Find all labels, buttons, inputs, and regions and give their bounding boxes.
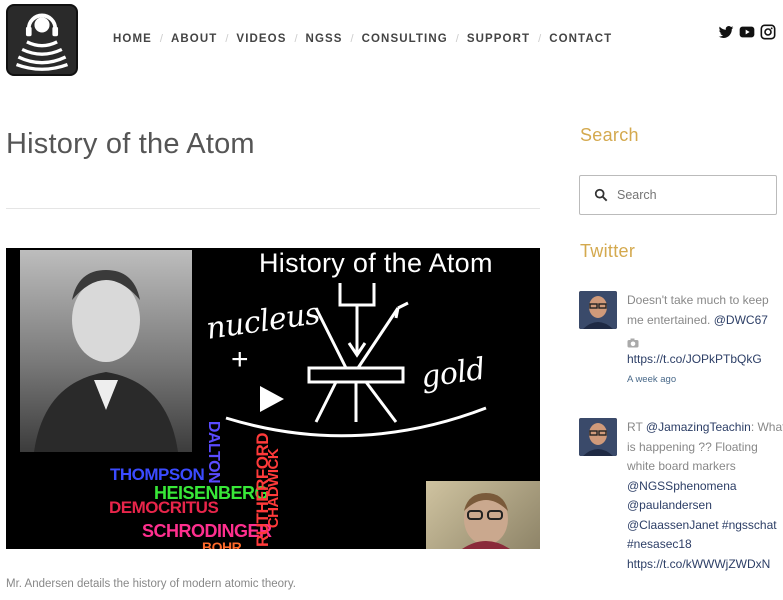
tweet-text: RT @JamazingTeachin: What is happening ?… [627, 418, 783, 574]
nav-separator: / [455, 33, 459, 45]
video-word-chadwick: CHADWICK [265, 448, 283, 529]
nav-contact[interactable]: CONTACT [549, 33, 612, 45]
nav-consulting[interactable]: CONSULTING [362, 33, 448, 45]
nav-about[interactable]: ABOUT [171, 33, 217, 45]
nav-separator: / [294, 33, 298, 45]
page-title: History of the Atom [6, 128, 255, 160]
tweet-mention[interactable]: @JamazingTeachin [646, 420, 751, 434]
divider [6, 208, 540, 209]
search-heading: Search [580, 125, 639, 145]
tweet-link[interactable]: https://t.co/kWWWjZWDxN [627, 557, 770, 571]
tweet-prefix: RT [627, 420, 643, 434]
video-word-bohr: BOHR [202, 539, 242, 549]
nav-videos[interactable]: VIDEOS [236, 33, 286, 45]
nav-support[interactable]: SUPPORT [467, 33, 530, 45]
site-logo[interactable] [6, 4, 78, 76]
instagram-icon[interactable] [760, 24, 776, 40]
video-word-democritus: DEMOCRITUS [109, 498, 219, 517]
nav-separator: / [225, 33, 229, 45]
tweet-mention[interactable]: @DWC67 [714, 313, 768, 327]
headphones-logo-icon [15, 13, 69, 71]
tweet-mentions[interactable]: @NGSSphenomena @paulandersen @ClaassenJa… [627, 479, 777, 552]
video-player[interactable]: History of the Atom nucleus + gold THOMP… [6, 248, 540, 549]
nav-separator: / [350, 33, 354, 45]
nav-separator: / [538, 33, 542, 45]
twitter-heading: Twitter [580, 241, 636, 261]
play-icon[interactable] [258, 384, 286, 414]
twitter-icon[interactable] [718, 24, 734, 40]
search-input[interactable] [617, 188, 767, 202]
tweet-timestamp[interactable]: A week ago [627, 374, 676, 385]
avatar[interactable] [579, 418, 617, 456]
tweet-text: Doesn't take much to keep me entertained… [627, 291, 783, 390]
nav-home[interactable]: HOME [113, 33, 152, 45]
tweet-link[interactable]: https://t.co/JOPkPTbQkG [627, 352, 762, 366]
search-box [579, 175, 777, 215]
main-nav: HOME / ABOUT / VIDEOS / NGSS / CONSULTIN… [113, 33, 612, 45]
webcam-inset [426, 481, 540, 549]
nav-ngss[interactable]: NGSS [306, 33, 343, 45]
social-links [718, 24, 776, 40]
video-word-plus: + [231, 343, 249, 376]
avatar[interactable] [579, 291, 617, 329]
video-word-thompson: THOMPSON [110, 465, 205, 484]
search-icon [594, 188, 608, 202]
video-word-dalton: DALTON [205, 420, 223, 484]
video-caption: Mr. Andersen details the history of mode… [6, 578, 296, 590]
youtube-icon[interactable] [739, 24, 755, 40]
camera-icon [627, 335, 639, 348]
nav-separator: / [159, 33, 163, 45]
